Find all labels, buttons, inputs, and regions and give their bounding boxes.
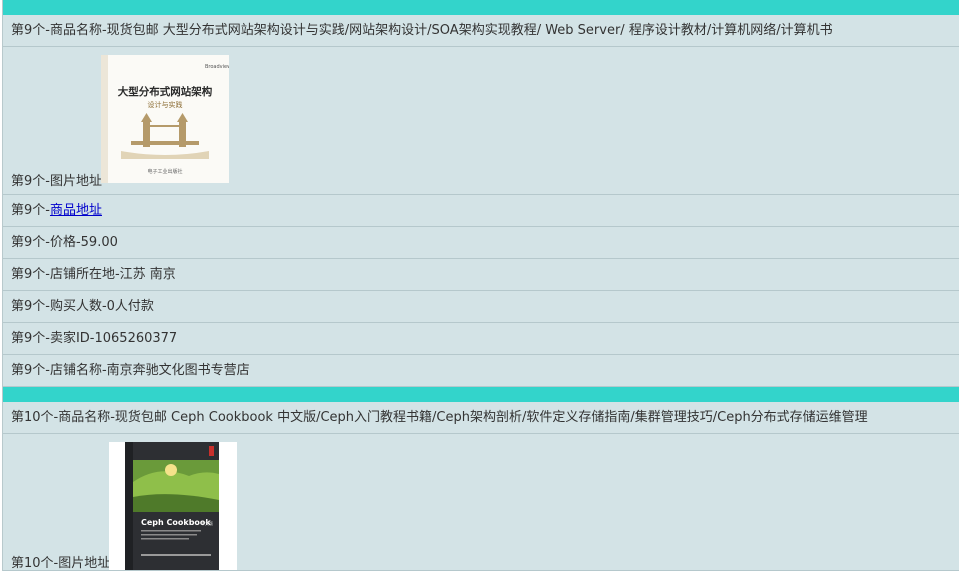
product-name-text: 第10个-商品名称-现货包邮 Ceph Cookbook 中文版/Ceph入门教… <box>11 410 868 425</box>
product-name-row: 第9个-商品名称-现货包邮 大型分布式网站架构设计与实践/网站架构设计/SOA架… <box>3 15 959 47</box>
product-image[interactable]: Broadview 大型分布式网站架构 设计与实践 电子工业出版社 <box>101 55 231 183</box>
svg-text:电子工业出版社: 电子工业出版社 <box>147 168 182 175</box>
svg-text:Broadview: Broadview <box>205 64 229 70</box>
price-row: 第9个-价格-59.00 <box>3 227 959 259</box>
item-separator <box>3 387 959 402</box>
location-row: 第9个-店铺所在地-江苏 南京 <box>3 259 959 291</box>
seller-text: 第9个-卖家ID-1065260377 <box>11 331 178 346</box>
product-link-row: 第9个-商品地址 <box>3 195 959 227</box>
location-text: 第9个-店铺所在地-江苏 南京 <box>11 267 176 282</box>
product-image-row: 第9个-图片地址- Broadview 大型分布式网站架构 设计与实践 电子工业… <box>3 47 959 195</box>
product-link[interactable]: 商品地址 <box>50 203 102 218</box>
product-name-text: 第9个-商品名称-现货包邮 大型分布式网站架构设计与实践/网站架构设计/SOA架… <box>11 23 833 38</box>
buyers-row: 第9个-购买人数-0人付款 <box>3 291 959 323</box>
seller-row: 第9个-卖家ID-1065260377 <box>3 323 959 355</box>
item-separator <box>3 0 959 15</box>
product-image[interactable]: Ceph Cookbook 中文版 <box>109 442 237 570</box>
price-text: 第9个-价格-59.00 <box>11 235 118 250</box>
image-label: 第9个-图片地址- <box>11 174 107 189</box>
product-listing: 第9个-商品名称-现货包邮 大型分布式网站架构设计与实践/网站架构设计/SOA架… <box>2 0 959 571</box>
image-label: 第10个-图片地址- <box>11 556 115 571</box>
product-name-row: 第10个-商品名称-现货包邮 Ceph Cookbook 中文版/Ceph入门教… <box>3 402 959 434</box>
product-image-row: 第10个-图片地址- Ceph Cookbook 中文版 <box>3 434 959 571</box>
cover-title: 大型分布式网站架构 <box>118 85 213 98</box>
buyers-text: 第9个-购买人数-0人付款 <box>11 299 154 314</box>
cover-subtitle: 中文版 <box>201 520 213 526</box>
shop-row: 第9个-店铺名称-南京奔驰文化图书专营店 <box>3 355 959 387</box>
link-prefix: 第9个- <box>11 203 50 218</box>
shop-text: 第9个-店铺名称-南京奔驰文化图书专营店 <box>11 363 250 378</box>
cover-subtitle: 设计与实践 <box>148 100 183 109</box>
